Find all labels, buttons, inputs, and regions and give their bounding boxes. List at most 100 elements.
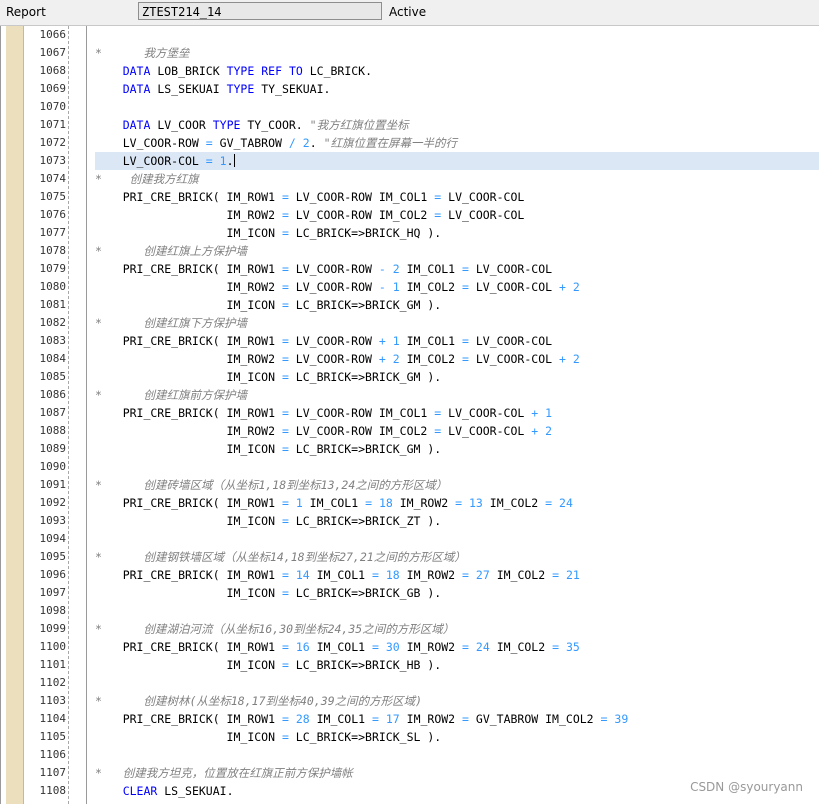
code-editor[interactable]: 1066 1067 * 我方堡垒 1068 DATA LOB_BRICK TYPE R… (0, 26, 819, 804)
code-line[interactable]: 1087 PRI_CRE_BRICK( IM_ROW1 = LV_COOR-RO… (1, 404, 819, 422)
code-line[interactable]: 1098 (1, 602, 819, 620)
code-line[interactable]: 1093 IM_ICON = LC_BRICK=>BRICK_ZT ). (1, 512, 819, 530)
line-number: 1098 (39, 604, 67, 617)
code-token: IM_ICON (95, 586, 282, 600)
code-token: = (462, 712, 469, 726)
code-token: = (281, 262, 289, 276)
code-token: = (281, 568, 289, 582)
code-token: . (309, 136, 324, 150)
code-line[interactable]: 1081 IM_ICON = LC_BRICK=>BRICK_GM ). (1, 296, 819, 314)
code-line[interactable]: 1089 IM_ICON = LC_BRICK=>BRICK_GM ). (1, 440, 819, 458)
code-token: . (226, 154, 234, 168)
text-cursor (233, 154, 235, 167)
code-text: * 创建红旗前方保护墙 (95, 386, 247, 404)
code-line[interactable]: 1101 IM_ICON = LC_BRICK=>BRICK_HB ). (1, 656, 819, 674)
code-line[interactable]: 1075 PRI_CRE_BRICK( IM_ROW1 = LV_COOR-RO… (1, 188, 819, 206)
line-number: 1106 (39, 748, 67, 761)
code-token: 1 (219, 154, 227, 168)
code-text: IM_ICON = LC_BRICK=>BRICK_HQ ). (95, 224, 442, 242)
code-token: LC_BRICK=>BRICK_GM ). (288, 298, 442, 312)
code-token: * 创建红旗下方保护墙 (95, 316, 247, 330)
line-number: 1069 (39, 82, 67, 95)
code-line[interactable]: 1070 (1, 98, 819, 116)
line-number: 1108 (39, 784, 67, 797)
code-token: = (281, 298, 289, 312)
code-line[interactable]: 1105 IM_ICON = LC_BRICK=>BRICK_SL ). (1, 728, 819, 746)
code-line[interactable]: 1100 PRI_CRE_BRICK( IM_ROW1 = 16 IM_COL1… (1, 638, 819, 656)
code-line[interactable]: 1096 PRI_CRE_BRICK( IM_ROW1 = 14 IM_COL1… (1, 566, 819, 584)
code-line[interactable]: 1091 * 创建砖墙区域（从坐标1,18到坐标13,24之间的方形区域） (1, 476, 819, 494)
code-token: 21 (565, 568, 580, 582)
code-token: LV_COOR (150, 118, 213, 132)
code-line[interactable]: 1088 IM_ROW2 = LV_COOR-ROW IM_COL2 = LV_… (1, 422, 819, 440)
line-number: 1097 (39, 586, 67, 599)
code-line[interactable]: 1092 PRI_CRE_BRICK( IM_ROW1 = 1 IM_COL1 … (1, 494, 819, 512)
code-line[interactable]: 1071 DATA LV_COOR TYPE TY_COOR. "我方红旗位置坐… (1, 116, 819, 134)
code-token: 2 (302, 136, 310, 150)
code-token: LV_COOR-COL (468, 334, 553, 348)
code-token: - (378, 280, 386, 294)
code-line[interactable]: 1085 IM_ICON = LC_BRICK=>BRICK_GM ). (1, 368, 819, 386)
code-line[interactable]: 1086 * 创建红旗前方保护墙 (1, 386, 819, 404)
code-token: PRI_CRE_BRICK( IM_ROW1 (95, 496, 282, 510)
code-token: = (462, 640, 469, 654)
code-token: = (371, 712, 379, 726)
code-token: IM_COL1 (309, 712, 372, 726)
code-line[interactable]: 1076 IM_ROW2 = LV_COOR-ROW IM_COL2 = LV_… (1, 206, 819, 224)
code-line[interactable]: 1094 (1, 530, 819, 548)
code-text: IM_ICON = LC_BRICK=>BRICK_SL ). (95, 728, 442, 746)
code-token: IM_COL2 (482, 496, 546, 510)
code-line[interactable]: 1102 (1, 674, 819, 692)
code-line[interactable]: 1083 PRI_CRE_BRICK( IM_ROW1 = LV_COOR-RO… (1, 332, 819, 350)
code-line[interactable]: 1073 LV_COOR-COL = 1. (1, 152, 819, 170)
line-number: 1101 (39, 658, 67, 671)
code-line[interactable]: 1069 DATA LS_SEKUAI TYPE TY_SEKUAI. (1, 80, 819, 98)
code-line[interactable]: 1068 DATA LOB_BRICK TYPE REF TO LC_BRICK… (1, 62, 819, 80)
line-number: 1099 (39, 622, 67, 635)
code-text: * 创建树林(从坐标18,17到坐标40,39之间的方形区域) (95, 692, 422, 710)
code-line[interactable]: 1074 * 创建我方红旗 (1, 170, 819, 188)
code-line[interactable]: 1090 (1, 458, 819, 476)
code-token: IM_COL1 (399, 334, 463, 348)
code-token: = (281, 730, 289, 744)
code-line[interactable]: 1078 * 创建红旗上方保护墙 (1, 242, 819, 260)
code-line[interactable]: 1067 * 我方堡垒 (1, 44, 819, 62)
code-line[interactable]: 1103 * 创建树林(从坐标18,17到坐标40,39之间的方形区域) (1, 692, 819, 710)
code-token: LC_BRICK=>BRICK_SL ). (288, 730, 442, 744)
code-token: + (558, 352, 566, 366)
code-line[interactable]: 1072 LV_COOR-ROW = GV_TABROW / 2. "红旗位置在… (1, 134, 819, 152)
code-token: "我方红旗位置坐标 (309, 118, 409, 132)
line-number: 1083 (39, 334, 67, 347)
code-token: * 创建红旗上方保护墙 (95, 244, 247, 258)
code-line[interactable]: 1079 PRI_CRE_BRICK( IM_ROW1 = LV_COOR-RO… (1, 260, 819, 278)
code-line[interactable]: 1099 * 创建湖泊河流（从坐标16,30到坐标24,35之间的方形区域） (1, 620, 819, 638)
code-line[interactable]: 1080 IM_ROW2 = LV_COOR-ROW - 1 IM_COL2 =… (1, 278, 819, 296)
line-number: 1095 (39, 550, 67, 563)
code-line[interactable]: 1084 IM_ROW2 = LV_COOR-ROW + 2 IM_COL2 =… (1, 350, 819, 368)
code-token: 2 (572, 352, 580, 366)
watermark: CSDN @syouryann (690, 780, 803, 794)
program-name-field[interactable]: ZTEST214_14 (138, 2, 382, 20)
code-line[interactable]: 1095 * 创建钢铁墙区域（从坐标14,18到坐标27,21之间的方形区域） (1, 548, 819, 566)
code-text: IM_ICON = LC_BRICK=>BRICK_GM ). (95, 368, 442, 386)
code-token: IM_COL1 (399, 262, 463, 276)
code-line[interactable]: 1066 (1, 26, 819, 44)
code-text: * 创建钢铁墙区域（从坐标14,18到坐标27,21之间的方形区域） (95, 548, 466, 566)
code-token: LOB_BRICK (150, 64, 227, 78)
code-line[interactable]: 1082 * 创建红旗下方保护墙 (1, 314, 819, 332)
code-token: 39 (614, 712, 629, 726)
code-line[interactable]: 1077 IM_ICON = LC_BRICK=>BRICK_HQ ). (1, 224, 819, 242)
code-line[interactable]: 1104 PRI_CRE_BRICK( IM_ROW1 = 28 IM_COL1… (1, 710, 819, 728)
code-token: TYPE (212, 118, 241, 132)
code-token: PRI_CRE_BRICK( IM_ROW1 (95, 568, 282, 582)
code-line[interactable]: 1106 (1, 746, 819, 764)
code-token: * 创建树林(从坐标18,17到坐标40,39之间的方形区域) (95, 694, 423, 708)
code-line[interactable]: 1097 IM_ICON = LC_BRICK=>BRICK_GB ). (1, 584, 819, 602)
